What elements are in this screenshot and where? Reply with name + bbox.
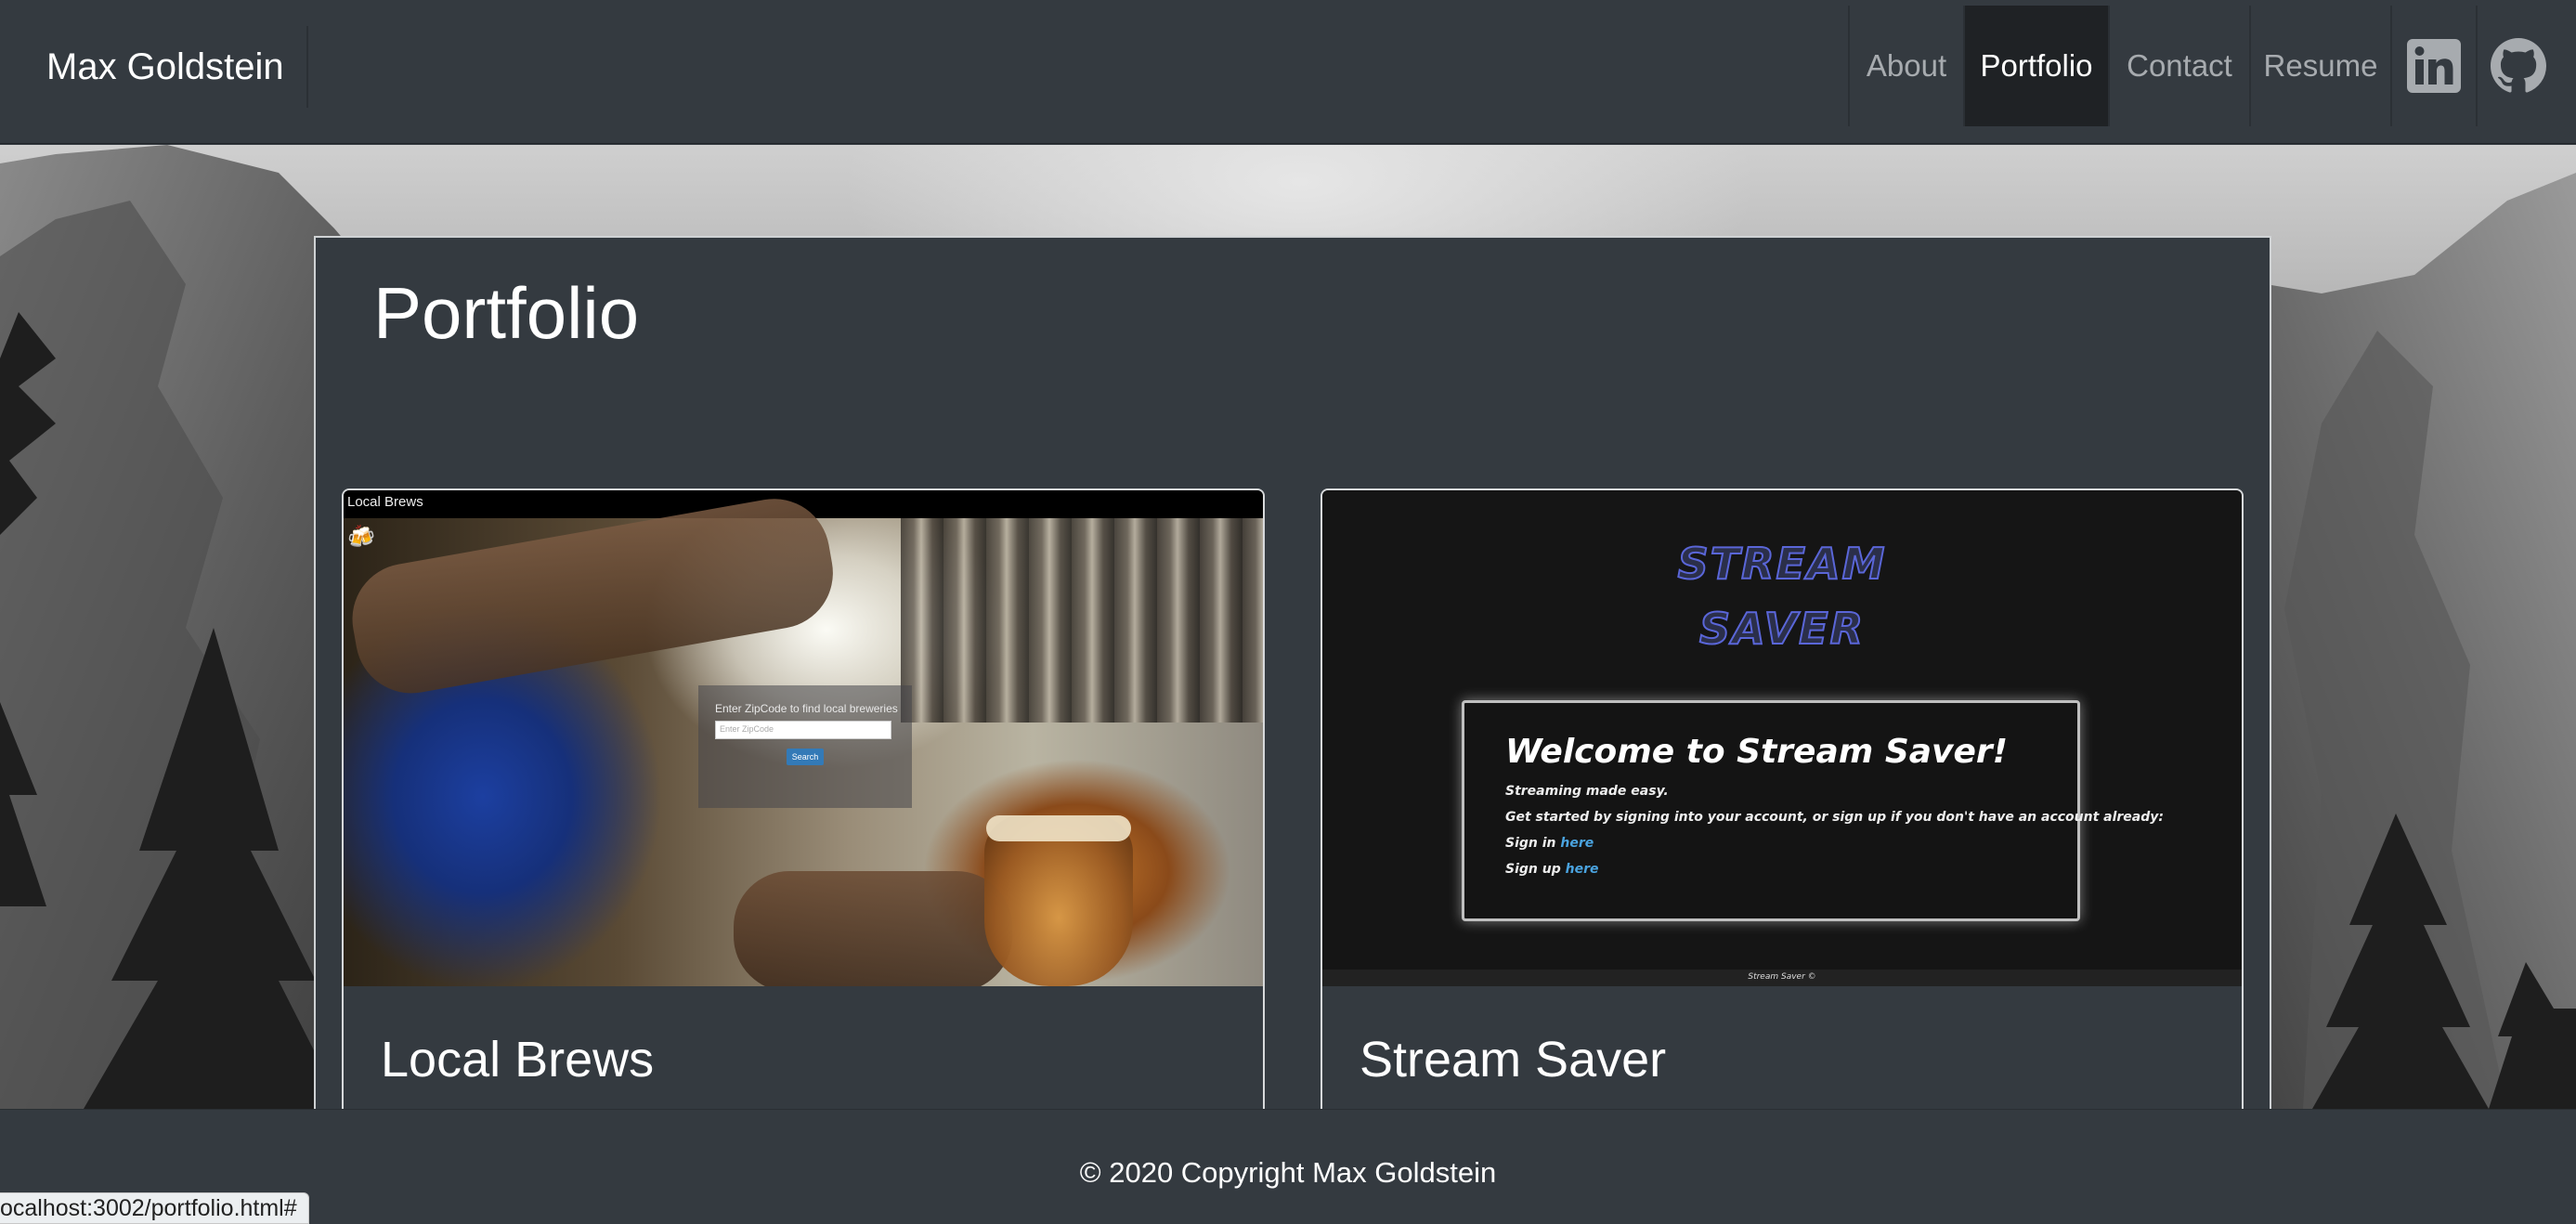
hand-shape [734, 871, 1012, 986]
screenshot-search-button: Search [787, 749, 824, 765]
stream-saver-logo-line1: STREAM [1677, 538, 1887, 590]
card-title: Stream Saver [1360, 1032, 1667, 1087]
project-screenshot-stream-saver: STREAM SAVER Welcome to Stream Saver! St… [1322, 490, 2242, 986]
brand-link[interactable]: Max Goldstein [0, 26, 308, 108]
beer-taps [901, 518, 1263, 723]
page-title: Portfolio [373, 272, 640, 354]
page-footer: © 2020 Copyright Max Goldstein [0, 1109, 2576, 1224]
portfolio-panel: Portfolio Local Brews 🍻 Enter ZipCode to… [314, 236, 2271, 1109]
sign-in-link: here [1560, 836, 1594, 851]
screenshot-heading: Welcome to Stream Saver! [1505, 733, 2009, 771]
screenshot-sign-in: Sign in here [1505, 836, 2036, 851]
beer-foam [986, 815, 1131, 841]
card-title: Local Brews [381, 1032, 655, 1087]
screenshot-zip-input: Enter ZipCode [715, 721, 891, 739]
stream-saver-logo-line2: SAVER [1698, 603, 1866, 655]
linkedin-icon [2407, 39, 2461, 93]
screenshot-sign-up: Sign up here [1505, 862, 2036, 877]
github-icon [2491, 38, 2546, 93]
project-card-stream-saver[interactable]: STREAM SAVER Welcome to Stream Saver! St… [1321, 488, 2244, 1109]
screenshot-footer: Stream Saver © [1322, 970, 2242, 986]
sign-up-link: here [1565, 862, 1599, 877]
sign-in-label: Sign in [1505, 836, 1556, 851]
nav-item-github[interactable] [2476, 6, 2559, 126]
nav-item-resume[interactable]: Resume [2249, 6, 2390, 126]
beer-mugs-icon: 🍻 [347, 525, 375, 550]
screenshot-intro: Get started by signing into your account… [1505, 810, 2164, 825]
nav-item-portfolio[interactable]: Portfolio [1963, 6, 2108, 126]
copyright-text: © 2020 Copyright Max Goldstein [1079, 1156, 1497, 1189]
project-screenshot-local-brews: Local Brews 🍻 Enter ZipCode to find loca… [344, 490, 1263, 986]
nav-menu: About Portfolio Contact Resume [1848, 6, 2559, 126]
link-preview-status-bar: ocalhost:3002/portfolio.html# [0, 1192, 309, 1224]
nav-item-contact[interactable]: Contact [2108, 6, 2249, 126]
nav-item-about[interactable]: About [1848, 6, 1963, 126]
sign-up-label: Sign up [1505, 862, 1561, 877]
navbar: Max Goldstein About Portfolio Contact Re… [0, 0, 2576, 144]
screenshot-form-label: Enter ZipCode to find local breweries [715, 702, 898, 715]
project-card-local-brews[interactable]: Local Brews 🍻 Enter ZipCode to find loca… [342, 488, 1265, 1109]
screenshot-welcome-box: Welcome to Stream Saver! Streaming made … [1462, 700, 2164, 921]
nav-item-linkedin[interactable] [2390, 6, 2476, 126]
screenshot-tagline: Streaming made easy. [1505, 784, 1669, 799]
screenshot-search-form: Enter ZipCode to find local breweries En… [698, 685, 912, 808]
arm-shape [344, 490, 842, 702]
